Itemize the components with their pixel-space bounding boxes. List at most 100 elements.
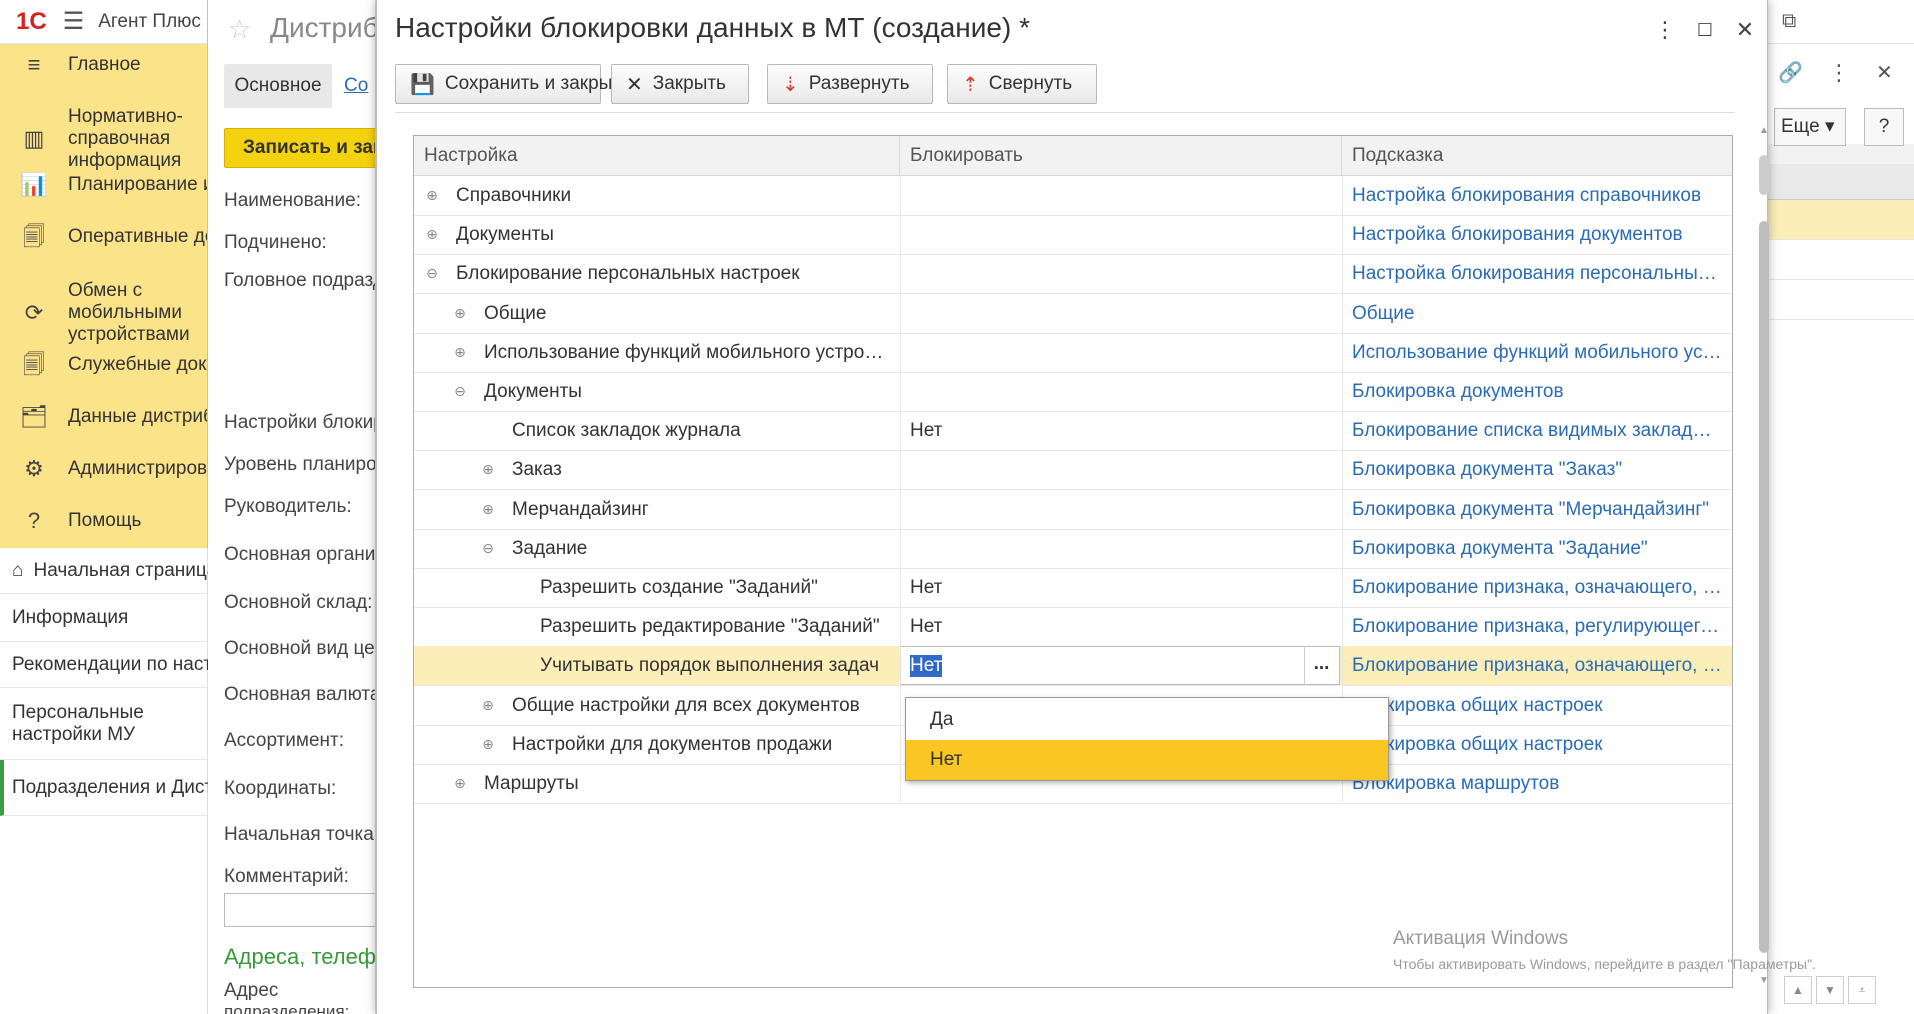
block-value[interactable]: Нет [900, 568, 1260, 607]
more-button[interactable]: Еще ▾ [1774, 108, 1846, 146]
vertical-scrollbar[interactable]: ▲ ▼ [1757, 125, 1771, 998]
tab-main[interactable]: Основное [224, 64, 332, 108]
sidebar-item-0[interactable]: ≡ Главное [0, 54, 207, 76]
hint-link[interactable]: Настройка блокирования документов [1342, 215, 1732, 254]
close-dialog-icon[interactable]: ✕ [1729, 14, 1761, 46]
expand-node-icon[interactable]: ⊕ [452, 764, 468, 803]
sidebar-item-7[interactable]: ⚙ Администрирова [0, 458, 207, 480]
block-value-input[interactable]: Нет [900, 646, 1340, 686]
expand-node-icon[interactable]: ⊕ [480, 450, 496, 489]
sidebar-item-4[interactable]: ⟳ Обмен с мобильными устройствами [0, 280, 207, 346]
select-value-button[interactable]: ... [1304, 646, 1338, 686]
dropdown-option[interactable]: Да [906, 700, 1388, 740]
column-header-setting[interactable]: Настройка [414, 136, 900, 176]
block-value[interactable] [900, 294, 1260, 333]
sidebar-item-5[interactable]: 🗐 Служебные доку [0, 354, 207, 376]
table-row[interactable]: ⊕ Общие Общие [414, 294, 1732, 334]
block-value[interactable] [900, 529, 1260, 568]
hint-link[interactable]: Блокирование списка видимых закладок жур… [1342, 411, 1732, 450]
help-button[interactable]: ? [1864, 108, 1904, 146]
table-row[interactable]: ⊕ Использование функций мобильного устрой… [414, 333, 1732, 373]
collapse-node-icon[interactable]: ⊖ [424, 254, 440, 293]
hint-link[interactable]: Настройка блокирования справочников [1342, 176, 1732, 215]
hint-link[interactable]: Использование функций мобильного устройс… [1342, 333, 1732, 372]
hint-link[interactable]: Блокировка документов [1342, 372, 1732, 411]
table-row[interactable]: ⊕ Заказ Блокировка документа "Заказ" [414, 450, 1732, 491]
table-row[interactable]: ⊖ Документы Блокировка документов [414, 372, 1732, 412]
open-window-item-2[interactable]: Рекомендации по настройке [0, 642, 208, 688]
hint-link[interactable]: Блокирование признака, регулирующего ред… [1342, 607, 1732, 646]
scroll-thumb[interactable] [1759, 221, 1769, 953]
hint-link[interactable]: Блокирование признака, означающего, что … [1342, 646, 1732, 685]
sidebar-item-2[interactable]: 📊 Планирование и [0, 174, 207, 196]
save-close-button[interactable]: 💾 Сохранить и закрыть [395, 64, 631, 104]
collapse-node-icon[interactable]: ⊖ [480, 529, 496, 568]
hint-link[interactable]: Блокирование признака, означающего, что … [1342, 568, 1732, 607]
close-button[interactable]: ✕ Закрыть [611, 64, 749, 104]
comment-field[interactable] [224, 893, 375, 927]
hint-link[interactable]: Блокировка маршрутов [1342, 764, 1732, 803]
scroll-up-arrow-icon[interactable]: ▲ [1759, 125, 1769, 136]
sidebar-item-1[interactable]: ▥ Нормативно-справочная информация [0, 106, 207, 172]
block-value[interactable] [900, 450, 1260, 489]
table-row[interactable]: Учитывать порядок выполнения задач Нет...… [414, 646, 1732, 687]
collapse-button[interactable]: ⇡ Свернуть [947, 64, 1097, 104]
expand-node-icon[interactable]: ⊕ [480, 490, 496, 529]
scroll-up-icon[interactable]: ▲ [1784, 976, 1812, 1004]
table-row[interactable]: ⊕ Справочники Настройка блокирования справ… [414, 176, 1732, 216]
table-row[interactable]: Разрешить редактирование "Заданий" Нет Бло… [414, 607, 1732, 648]
scroll-down-icon[interactable]: ▼ [1816, 976, 1844, 1004]
hint-link[interactable]: Блокировка общих настроек [1342, 686, 1732, 725]
open-window-item-0[interactable]: ⌂ Начальная страница [0, 548, 208, 594]
expand-node-icon[interactable]: ⊕ [452, 294, 468, 333]
tab-other[interactable]: Со [344, 75, 368, 97]
table-row[interactable]: ⊕ Мерчандайзинг Блокировка документа "Мерч… [414, 490, 1732, 530]
open-window-item-1[interactable]: Информация [0, 594, 208, 642]
block-value[interactable] [900, 333, 1260, 372]
expand-node-icon[interactable]: ⊕ [452, 333, 468, 372]
column-header-block[interactable]: Блокировать [900, 136, 1342, 176]
hint-link[interactable]: Настройка блокирования персональных наст… [1342, 254, 1732, 293]
hint-link[interactable]: Блокировка документа "Мерчандайзинг" [1342, 490, 1732, 529]
more-actions-icon[interactable]: ⋮ [1828, 60, 1850, 86]
maximize-icon[interactable]: ☐ [1689, 14, 1721, 46]
collapse-node-icon[interactable]: ⊖ [452, 372, 468, 411]
table-row[interactable]: ⊖ Блокирование персональных настроек Настр… [414, 254, 1732, 295]
block-value[interactable] [900, 490, 1260, 529]
link-icon[interactable]: 🔗 [1778, 60, 1803, 85]
block-value[interactable]: Нет [900, 607, 1260, 646]
hint-link[interactable]: Блокировка документа "Заказ" [1342, 450, 1732, 489]
scroll-down-arrow-icon[interactable]: ▼ [1759, 975, 1769, 986]
menu-icon[interactable]: ☰ [63, 7, 85, 36]
hint-link[interactable]: Блокировка общих настроек [1342, 725, 1732, 764]
sidebar-item-3[interactable]: 🗐 Оперативные до [0, 226, 207, 248]
sidebar-item-6[interactable]: 🗂 Данные дистриб [0, 406, 207, 428]
table-row[interactable]: ⊕ Документы Настройка блокирования докумен… [414, 215, 1732, 256]
hint-link[interactable]: Общие [1342, 294, 1732, 333]
scroll-end-icon[interactable]: ⩡ [1848, 976, 1876, 1004]
sidebar-item-8[interactable]: ? Помощь [0, 510, 207, 532]
table-row[interactable]: Разрешить создание "Заданий" Нет Блокирова… [414, 568, 1732, 608]
expand-node-icon[interactable]: ⊕ [480, 686, 496, 725]
expand-node-icon[interactable]: ⊕ [480, 725, 496, 764]
block-value[interactable] [900, 254, 1260, 293]
column-header-hint[interactable]: Подсказка [1342, 136, 1732, 176]
favorite-star-icon[interactable]: ☆ [228, 14, 251, 45]
save-close-button-bg[interactable]: Записать и закрыть [224, 128, 375, 168]
expand-node-icon[interactable]: ⊕ [424, 215, 440, 254]
expand-button[interactable]: ⇣ Развернуть [767, 64, 933, 104]
block-value[interactable]: Нет [900, 411, 1260, 450]
block-value[interactable] [900, 372, 1260, 411]
dropdown-option[interactable]: Нет [906, 740, 1388, 780]
table-row[interactable]: Список закладок журнала Нет Блокирование с… [414, 411, 1732, 452]
more-options-icon[interactable]: ⋮ [1649, 14, 1681, 46]
table-row[interactable]: ⊖ Задание Блокировка документа "Задание" [414, 529, 1732, 569]
block-value[interactable] [900, 176, 1260, 215]
block-value[interactable] [900, 215, 1260, 254]
expand-node-icon[interactable]: ⊕ [424, 176, 440, 215]
restore-window-icon[interactable]: ⧉ [1782, 10, 1796, 33]
hint-link[interactable]: Блокировка документа "Задание" [1342, 529, 1732, 568]
close-icon[interactable]: ✕ [1876, 60, 1893, 85]
open-window-item-3[interactable]: Персональные настройки МУ [0, 688, 208, 760]
open-window-item-4[interactable]: Подразделения и Дистрибьюторы [0, 760, 208, 816]
